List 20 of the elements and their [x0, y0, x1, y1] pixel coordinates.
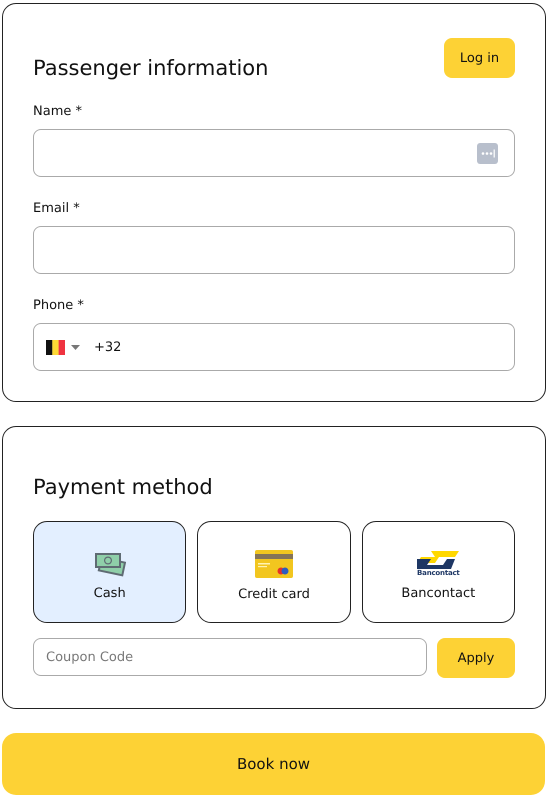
- cash-icon: [94, 551, 126, 577]
- phone-value: +32: [94, 340, 122, 354]
- phone-field[interactable]: +32: [33, 323, 515, 371]
- field-label: Phone *: [33, 298, 85, 313]
- section-title: Payment method: [33, 475, 214, 499]
- caret-icon: [71, 344, 80, 350]
- book-button[interactable]: Book now: [2, 733, 545, 795]
- name-field[interactable]: [33, 129, 515, 177]
- autofill-icon: [477, 142, 498, 164]
- payment-option[interactable]: Credit card: [197, 521, 351, 623]
- email-field[interactable]: [33, 226, 515, 274]
- payment-option[interactable]: Cash: [33, 521, 186, 623]
- flag-icon: [46, 340, 65, 354]
- field-label: Name *: [33, 104, 83, 119]
- section-title: Passenger information: [33, 56, 268, 80]
- credit-card-icon: [254, 550, 293, 578]
- apply-button[interactable]: Apply: [437, 638, 515, 678]
- field-label: Email *: [33, 201, 81, 216]
- login-button[interactable]: Log in: [444, 38, 515, 78]
- coupon-field[interactable]: Coupon Code: [33, 638, 427, 676]
